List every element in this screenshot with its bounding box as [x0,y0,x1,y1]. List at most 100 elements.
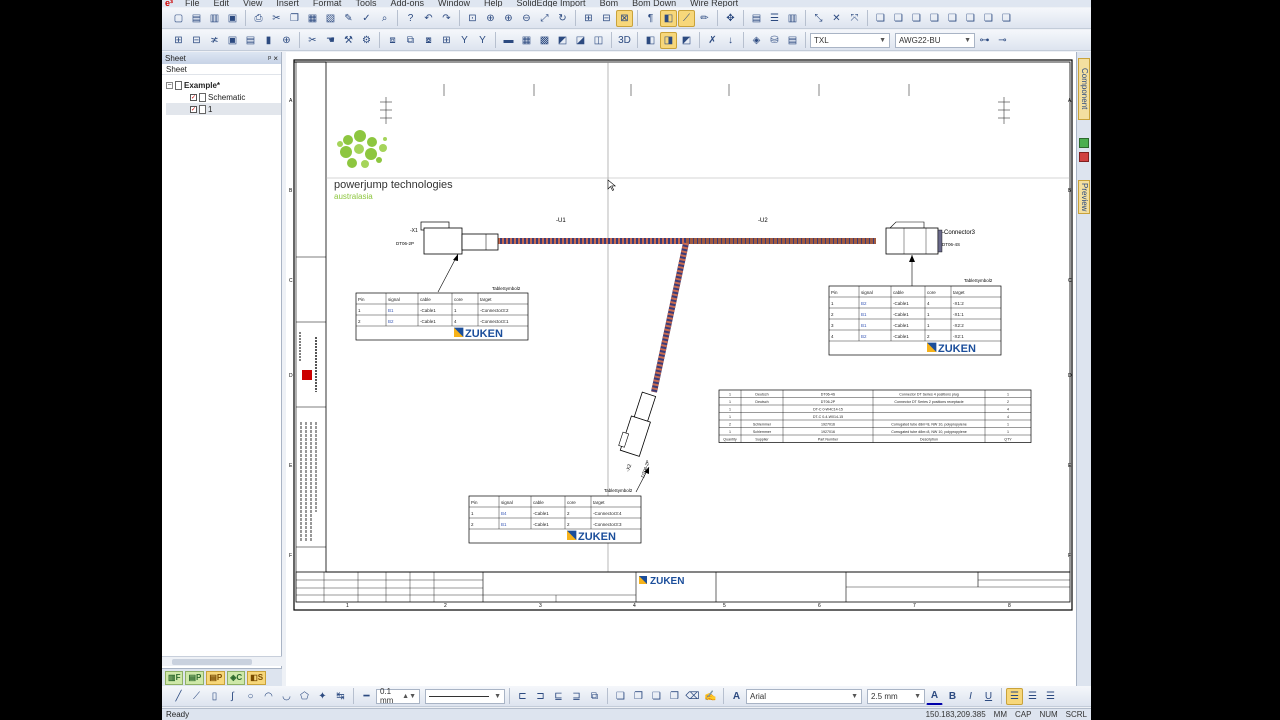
polyline-tool-icon[interactable]: ⟋ [188,688,205,705]
draw-line-icon[interactable]: ⟋ [678,9,695,27]
harness-tool-icon[interactable]: ⚙ [358,32,375,49]
branch-icon[interactable]: Y [456,32,473,49]
checkbox-icon[interactable]: ✓ [190,93,197,101]
open-project-icon[interactable]: ▥ [206,10,223,27]
wire-icon[interactable]: ▬ [500,32,517,49]
tab-component[interactable]: Component [1078,58,1090,120]
scissors-icon[interactable]: ✂ [304,32,321,49]
font-size-select[interactable]: 2.5 mm ▼ [867,688,925,704]
send-back-icon[interactable]: ❐ [630,688,647,705]
sheet-columns-icon[interactable]: ▥ [784,10,801,27]
menu-tools[interactable]: Tools [348,0,383,7]
connector-x1[interactable] [420,221,499,255]
print-icon[interactable]: ⎙ [250,10,267,27]
zoom-all-icon[interactable]: ⤢ [536,10,553,27]
cut-icon[interactable]: ✂ [268,10,285,27]
spellcheck-icon[interactable]: ✓ [358,10,375,27]
undo-icon[interactable]: ↶ [420,10,437,27]
text-align-center-icon[interactable]: ☰ [1024,688,1041,705]
copy-sheet-3-icon[interactable]: ❏ [908,10,925,27]
paste-special-icon[interactable]: ▧ [322,10,339,27]
line-width-select[interactable]: 0.1 mm ▲▼ [376,687,420,705]
menu-file[interactable]: File [178,0,207,7]
menu-bom-down[interactable]: Bom Down [625,0,683,7]
highlight-icon[interactable]: ⊠ [616,9,633,27]
align-right-icon[interactable]: ⊑ [550,688,567,705]
checkbox-icon[interactable]: ✓ [190,105,197,113]
tab-field[interactable]: ▥ F [165,670,184,685]
wire-color-icon[interactable]: ⊶ [976,32,993,49]
curve-tool-icon[interactable]: ∫ [224,688,241,705]
panel-horizontal-scrollbar[interactable] [162,656,282,666]
insert-cable-icon[interactable]: ▤ [242,32,259,49]
open-icon[interactable]: ▤ [188,10,205,27]
collapse-icon[interactable]: − [166,81,173,89]
menu-add-ons[interactable]: Add-ons [383,0,431,7]
bring-front-icon[interactable]: ❏ [612,688,629,705]
line-tool-icon[interactable]: ╱ [170,688,187,705]
circle-tool-icon[interactable]: ○ [242,688,259,705]
copy-sheet-8-icon[interactable]: ❏ [998,10,1015,27]
wire-table-icon[interactable]: ▦ [518,32,535,49]
polygon-tool-icon[interactable]: ⬠ [296,688,313,705]
tree-node-schematic[interactable]: ✓ Schematic [166,91,281,103]
bold-icon[interactable]: B [944,688,961,705]
tab-symbols[interactable]: ◧ S [247,670,267,685]
drawing-canvas[interactable]: A B C D E F A B C D E F 1 2 3 4 5 6 7 8 [286,52,1076,686]
paste-icon[interactable]: ▦ [304,10,321,27]
copy-sheet-5-icon[interactable]: ❏ [944,10,961,27]
close-icon[interactable]: ᵖ × [268,54,281,63]
insert-terminal-icon[interactable]: ▮ [260,32,277,49]
menu-format[interactable]: Format [306,0,349,7]
text-tool-icon[interactable]: A [728,688,745,705]
route-icon[interactable]: ⤡ [810,10,827,27]
menu-window[interactable]: Window [431,0,477,7]
wire-gauge-icon[interactable]: ⊸ [994,32,1011,49]
insert-wire-icon[interactable]: ≭ [206,32,223,49]
copy-sheet-4-icon[interactable]: ❏ [926,10,943,27]
down-arrow-icon[interactable]: ↓ [722,32,739,49]
connector-3[interactable] [885,221,943,255]
sheet-icon[interactable]: ▤ [748,10,765,27]
paste-icon[interactable]: ❐ [666,688,683,705]
grid-icon[interactable]: ⊞ [580,10,597,27]
remove-icon[interactable]: ✗ [704,32,721,49]
rectangle-tool-icon[interactable]: ▯ [206,688,223,705]
paragraph-icon[interactable]: ¶ [642,10,659,27]
copy-icon[interactable]: ❏ [648,688,665,705]
menu-insert[interactable]: Insert [269,0,306,7]
tree-node-project[interactable]: − Example* [166,79,281,91]
zoom-in-icon[interactable]: ⊕ [500,10,517,27]
view-3d-button[interactable]: 3D [616,32,633,49]
delete-icon[interactable]: ⌫ [684,688,701,705]
find-icon[interactable]: ⌕ [376,10,393,27]
insert-crosshair-icon[interactable]: ⊕ [278,32,295,49]
sheet-list-icon[interactable]: ☰ [766,10,783,27]
view-mode-icon[interactable]: ◧ [660,9,677,27]
insert-block-icon[interactable]: ▣ [224,32,241,49]
database-icon[interactable]: ⛁ [766,32,783,49]
bundle-split-icon[interactable]: ⧉ [402,32,419,49]
tool-icon[interactable]: ⚒ [340,32,357,49]
zoom-window-icon[interactable]: ⊡ [464,10,481,27]
star-tool-icon[interactable]: ✦ [314,688,331,705]
italic-icon[interactable]: I [962,688,979,705]
bundle-icon[interactable]: ⧈ [384,32,401,49]
library-icon[interactable]: ▤ [784,32,801,49]
menu-wire-report[interactable]: Wire Report [683,0,745,7]
nailboard-icon[interactable]: ◫ [590,32,607,49]
component-icon[interactable]: ◈ [748,32,765,49]
menu-help[interactable]: Help [477,0,510,7]
tab-components[interactable]: ◈ C [227,670,246,685]
pencil-icon[interactable]: ✏ [696,10,713,27]
protection-icon[interactable]: ◩ [554,32,571,49]
text-align-right-icon[interactable]: ☰ [1042,688,1059,705]
wire-bundle-icon[interactable]: ▩ [536,32,553,49]
connector-x2[interactable] [617,390,658,457]
move-icon[interactable]: ✥ [722,10,739,27]
save-icon[interactable]: ▣ [224,10,241,27]
delete-connection-icon[interactable]: ✕ [828,10,845,27]
new-icon[interactable]: ▢ [170,10,187,27]
dimension-tool-icon[interactable]: ↹ [332,688,349,705]
formboard-icon[interactable]: ◪ [572,32,589,49]
